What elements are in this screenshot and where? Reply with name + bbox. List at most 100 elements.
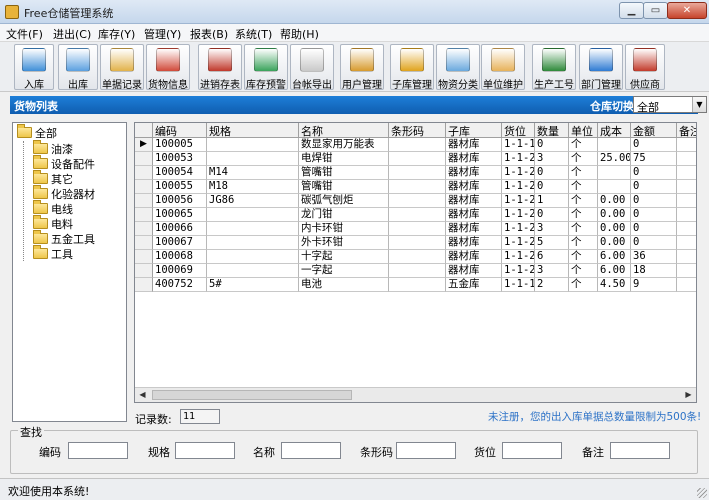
toolbar-button[interactable]: 入库 <box>14 44 54 91</box>
toolbar-button[interactable]: 用户管理 <box>340 44 384 91</box>
toolbar-button[interactable]: 货物信息 <box>146 44 190 91</box>
column-header[interactable]: 编码 <box>153 123 207 138</box>
table-cell[interactable]: 36 <box>631 250 677 264</box>
toolbar-button[interactable]: 部门管理 <box>579 44 623 91</box>
table-cell[interactable]: 器材库 <box>446 250 502 264</box>
toolbar-button[interactable]: 进销存表 <box>198 44 242 91</box>
toolbar-button[interactable]: 单据记录 <box>100 44 144 91</box>
table-cell[interactable]: M14 <box>207 166 299 180</box>
table-cell[interactable] <box>207 208 299 222</box>
table-cell[interactable]: 1-1-2 <box>502 166 535 180</box>
search-input-barcode[interactable] <box>396 442 456 459</box>
table-cell[interactable]: 外卡环钳 <box>299 236 389 250</box>
table-cell[interactable]: JG86 <box>207 194 299 208</box>
table-cell[interactable]: 100053 <box>153 152 207 166</box>
table-row[interactable]: 100056 JG86 碳弧气刨炬 器材库 1-1-2 1 个 0.00 0 <box>135 194 696 208</box>
table-cell[interactable]: 3 <box>535 222 569 236</box>
menu-item[interactable]: 进出(C) <box>53 26 91 42</box>
table-cell[interactable]: 管嘴钳 <box>299 166 389 180</box>
table-cell[interactable]: 1-1-2 <box>502 264 535 278</box>
table-cell[interactable]: 0.00 <box>598 222 631 236</box>
table-cell[interactable]: 器材库 <box>446 180 502 194</box>
table-cell[interactable]: 100056 <box>153 194 207 208</box>
table-cell[interactable] <box>389 278 446 292</box>
search-input-name[interactable] <box>281 442 341 459</box>
table-cell[interactable] <box>207 264 299 278</box>
table-cell[interactable]: 100054 <box>153 166 207 180</box>
table-cell[interactable] <box>598 180 631 194</box>
toolbar-button[interactable]: 出库 <box>58 44 98 91</box>
table-cell[interactable] <box>207 250 299 264</box>
table-row[interactable]: 100065 龙门钳 器材库 1-1-2 0 个 0.00 0 <box>135 208 696 222</box>
table-cell[interactable]: 器材库 <box>446 222 502 236</box>
table-cell[interactable]: 电焊钳 <box>299 152 389 166</box>
table-cell[interactable]: 18 <box>631 264 677 278</box>
menu-item[interactable]: 帮助(H) <box>280 26 319 42</box>
table-cell[interactable]: 个 <box>569 208 598 222</box>
table-cell[interactable]: 3 <box>535 152 569 166</box>
table-cell[interactable]: 器材库 <box>446 152 502 166</box>
table-cell[interactable] <box>207 152 299 166</box>
table-cell[interactable]: 管嘴钳 <box>299 180 389 194</box>
table-cell[interactable]: 5# <box>207 278 299 292</box>
tree-node[interactable]: 工具 <box>33 245 73 261</box>
tree-node[interactable]: 油漆 <box>33 140 73 156</box>
table-cell[interactable]: 龙门钳 <box>299 208 389 222</box>
table-cell[interactable]: 个 <box>569 236 598 250</box>
maximize-button[interactable]: ▭ <box>643 2 668 19</box>
minimize-button[interactable]: ▁ <box>619 2 644 19</box>
tree-node[interactable]: 设备配件 <box>33 155 95 171</box>
table-cell[interactable]: 4.50 <box>598 278 631 292</box>
table-row[interactable]: 100055 M18 管嘴钳 器材库 1-1-2 0 个 0 <box>135 180 696 194</box>
table-cell[interactable]: 2 <box>535 278 569 292</box>
table-cell[interactable]: 5 <box>535 236 569 250</box>
toolbar-button[interactable]: 单位维护 <box>481 44 525 91</box>
table-cell[interactable] <box>389 208 446 222</box>
table-cell[interactable]: 6.00 <box>598 250 631 264</box>
table-cell[interactable]: 个 <box>569 166 598 180</box>
table-row[interactable]: 400752 5# 电池 五金库 1-1-1 2 个 4.50 9 <box>135 278 696 292</box>
table-cell[interactable] <box>389 222 446 236</box>
table-cell[interactable]: 100005 <box>153 138 207 152</box>
table-cell[interactable]: 100066 <box>153 222 207 236</box>
table-cell[interactable]: 0.00 <box>598 236 631 250</box>
menu-item[interactable]: 库存(Y) <box>98 26 135 42</box>
table-cell[interactable]: 个 <box>569 152 598 166</box>
table-cell[interactable] <box>207 236 299 250</box>
table-cell[interactable] <box>389 166 446 180</box>
table-cell[interactable]: 0 <box>535 166 569 180</box>
scroll-right-icon[interactable]: ▶ <box>681 388 696 402</box>
table-cell[interactable] <box>677 194 696 208</box>
table-row[interactable]: ▶ 100005 数显家用万能表 器材库 1-1-1 0 个 0 <box>135 138 696 152</box>
table-cell[interactable] <box>677 138 696 152</box>
tree-node[interactable]: 五金工具 <box>33 230 95 246</box>
column-header[interactable]: 备注 <box>677 123 696 138</box>
scroll-thumb[interactable] <box>152 390 352 400</box>
table-cell[interactable]: 0 <box>631 222 677 236</box>
column-header[interactable]: 条形码 <box>389 123 446 138</box>
toolbar-button[interactable]: 子库管理 <box>390 44 434 91</box>
table-cell[interactable]: 个 <box>569 250 598 264</box>
column-header[interactable]: 成本 <box>598 123 631 138</box>
table-row[interactable]: 100053 电焊钳 器材库 1-1-2 3 个 25.00 75 <box>135 152 696 166</box>
table-cell[interactable]: 0 <box>631 208 677 222</box>
table-cell[interactable] <box>677 152 696 166</box>
table-cell[interactable]: 1-1-1 <box>502 138 535 152</box>
table-cell[interactable]: 电池 <box>299 278 389 292</box>
table-cell[interactable]: 器材库 <box>446 194 502 208</box>
table-cell[interactable] <box>677 236 696 250</box>
column-header[interactable]: 数量 <box>535 123 569 138</box>
scroll-left-icon[interactable]: ◀ <box>135 388 150 402</box>
toolbar-button[interactable]: 库存预警 <box>244 44 288 91</box>
table-row[interactable]: 100066 内卡环钳 器材库 1-1-2 3 个 0.00 0 <box>135 222 696 236</box>
menu-item[interactable]: 系统(T) <box>235 26 272 42</box>
table-cell[interactable]: 6.00 <box>598 264 631 278</box>
table-cell[interactable] <box>389 236 446 250</box>
search-input-code[interactable] <box>68 442 128 459</box>
tree-node-root[interactable]: 全部 <box>17 124 57 140</box>
column-header[interactable]: 单位 <box>569 123 598 138</box>
table-cell[interactable] <box>207 222 299 236</box>
table-cell[interactable] <box>389 180 446 194</box>
tree-node[interactable]: 其它 <box>33 170 73 186</box>
table-cell[interactable]: 碳弧气刨炬 <box>299 194 389 208</box>
